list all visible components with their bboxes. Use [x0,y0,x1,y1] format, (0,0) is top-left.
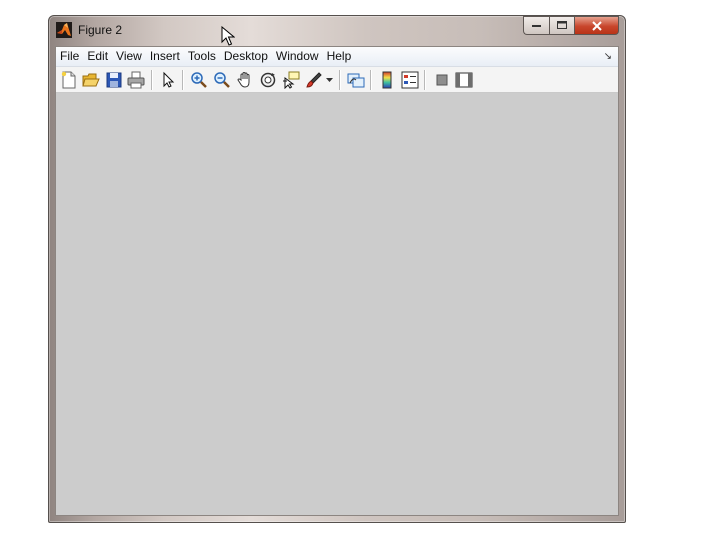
rotate-3d-icon[interactable] [259,71,277,89]
print-figure-icon[interactable] [127,71,145,89]
toolbar-separator [151,70,153,90]
toolbar-separator [370,70,372,90]
close-icon [591,20,602,31]
pan-hand-icon[interactable] [236,71,254,89]
figure-window: Figure 2 File Edit View Insert Tools Des… [48,15,626,523]
toolbar-separator [339,70,341,90]
matlab-logo-icon [56,22,72,38]
dock-arrow-icon[interactable]: ↘ [604,51,612,62]
title-bar[interactable]: Figure 2 [49,16,625,46]
menu-tools[interactable]: Tools [184,47,220,66]
menu-bar: File Edit View Insert Tools Desktop Wind… [56,47,618,67]
save-figure-icon[interactable] [105,71,123,89]
figure-canvas[interactable] [56,93,618,515]
close-button[interactable] [574,16,619,35]
zoom-out-icon[interactable] [213,71,231,89]
menu-insert[interactable]: Insert [146,47,184,66]
menu-view[interactable]: View [112,47,146,66]
minimize-icon [531,24,541,27]
brush-dropdown-icon[interactable] [326,78,333,83]
minimize-button[interactable] [523,16,549,35]
show-plot-tools-icon[interactable] [455,71,473,89]
maximize-button[interactable] [549,16,574,35]
new-figure-icon[interactable] [60,71,78,89]
link-plot-icon[interactable] [347,71,365,89]
maximize-icon [557,21,567,29]
toolbar-separator [424,70,426,90]
data-cursor-icon[interactable] [282,71,300,89]
mouse-pointer-icon [221,26,235,46]
menu-help[interactable]: Help [323,47,356,66]
window-controls [523,16,619,35]
window-title: Figure 2 [78,23,123,37]
menu-edit[interactable]: Edit [83,47,112,66]
open-file-icon[interactable] [82,71,100,89]
insert-colorbar-icon[interactable] [378,71,396,89]
menu-desktop[interactable]: Desktop [220,47,272,66]
insert-legend-icon[interactable] [401,71,419,89]
hide-plot-tools-icon[interactable] [433,71,451,89]
edit-plot-arrow-icon[interactable] [159,71,177,89]
figure-client-area: File Edit View Insert Tools Desktop Wind… [55,46,619,516]
zoom-in-icon[interactable] [190,71,208,89]
brush-icon[interactable] [305,71,323,89]
menu-window[interactable]: Window [272,47,323,66]
figure-toolbar [56,67,618,93]
menu-file[interactable]: File [56,47,83,66]
toolbar-separator [182,70,184,90]
